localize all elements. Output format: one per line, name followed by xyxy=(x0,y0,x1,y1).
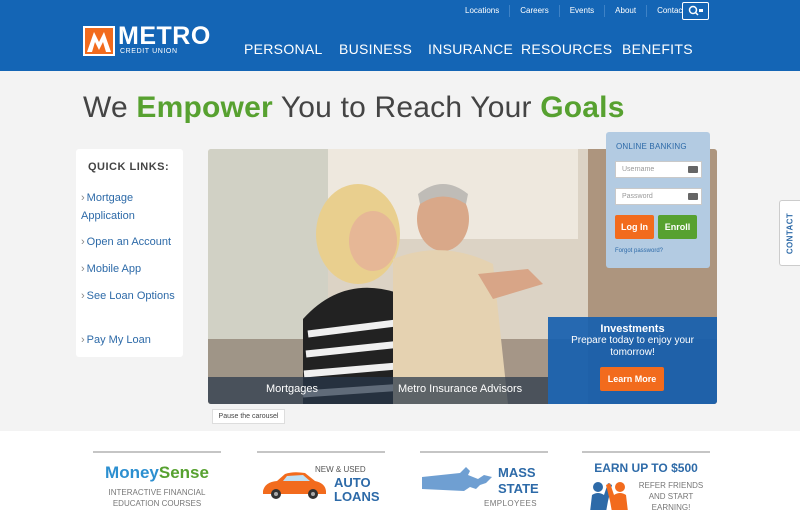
page-headline: We Empower You to Reach Your Goals xyxy=(83,91,625,125)
utility-nav: Locations Careers Events About Contact xyxy=(455,5,695,17)
promo-strip: MoneySense INTERACTIVE FINANCIAL EDUCATI… xyxy=(0,431,800,510)
password-manager-icon[interactable] xyxy=(688,166,698,173)
quick-link-label: Mortgage Application xyxy=(81,192,135,222)
nav-resources[interactable]: RESOURCES xyxy=(521,41,612,57)
carousel-feature-panel: Investments Prepare today to enjoy your … xyxy=(548,317,717,404)
nav-business[interactable]: BUSINESS xyxy=(339,41,412,57)
feature-title: Investments xyxy=(600,323,665,335)
headline-text-2: You to Reach Your xyxy=(272,91,541,124)
quick-links-panel: QUICK LINKS: › Mortgage Application › Open… xyxy=(76,149,183,357)
util-link-events[interactable]: Events xyxy=(558,5,604,17)
mass-state-subtitle: EMPLOYEES xyxy=(484,499,537,508)
auto-loans-heading: AUTO LOANS xyxy=(334,476,380,504)
mass-state-line2: STATE xyxy=(498,481,539,496)
massachusetts-map-icon xyxy=(422,467,492,491)
online-banking-panel: ONLINE BANKING Username Password Log In … xyxy=(606,132,710,268)
quick-link-label: Open an Account xyxy=(86,236,172,248)
feature-subtitle: Prepare today to enjoy your tomorrow! xyxy=(571,335,694,358)
headline-text-1: We xyxy=(83,91,137,124)
carousel-tab-insurance-advisors[interactable]: Metro Insurance Advisors xyxy=(398,383,522,395)
chevron-right-icon: › xyxy=(81,290,85,302)
quick-link-pay-loan[interactable]: › Pay My Loan xyxy=(81,331,181,349)
quick-link-mortgage-application[interactable]: › Mortgage Application xyxy=(81,189,181,225)
util-link-about[interactable]: About xyxy=(604,5,646,17)
quick-links-title: QUICK LINKS: xyxy=(88,161,170,173)
people-high-five-icon xyxy=(590,482,628,510)
mass-state-heading: MASS STATE xyxy=(498,465,539,497)
chevron-right-icon: › xyxy=(81,236,85,248)
search-button[interactable] xyxy=(682,2,709,20)
moneysense-title-b: Sense xyxy=(158,463,209,482)
auto-loans-eyebrow: NEW & USED xyxy=(315,465,366,474)
online-banking-title: ONLINE BANKING xyxy=(616,142,687,151)
chevron-right-icon: › xyxy=(81,263,85,275)
login-button[interactable]: Log In xyxy=(615,215,654,239)
contact-side-tab[interactable]: CONTACT xyxy=(779,200,800,266)
chevron-right-icon: › xyxy=(81,334,85,346)
quick-link-label: Mobile App xyxy=(86,263,142,275)
util-link-locations[interactable]: Locations xyxy=(455,5,509,17)
chevron-right-icon: › xyxy=(81,192,85,204)
quick-link-open-account[interactable]: › Open an Account xyxy=(81,233,181,251)
quick-link-label: Pay My Loan xyxy=(86,334,151,346)
nav-benefits[interactable]: BENEFITS xyxy=(622,41,693,57)
nav-insurance[interactable]: INSURANCE xyxy=(428,41,513,57)
enroll-button[interactable]: Enroll xyxy=(658,215,697,239)
quick-link-loan-options[interactable]: › See Loan Options xyxy=(81,287,181,305)
promo-auto-loans[interactable]: NEW & USED AUTO LOANS xyxy=(257,451,385,510)
username-input[interactable]: Username xyxy=(615,161,702,178)
util-link-careers[interactable]: Careers xyxy=(509,5,558,17)
password-input[interactable]: Password xyxy=(615,188,702,205)
auto-loans-line1: AUTO xyxy=(334,475,371,490)
moneysense-title-a: Money xyxy=(105,463,159,482)
carousel-tab-bar: Mortgages Metro Insurance Advisors xyxy=(208,377,548,404)
headline-emphasis-1: Empower xyxy=(136,91,273,124)
referral-title: EARN UP TO $500 xyxy=(594,461,698,475)
contact-tab-label: CONTACT xyxy=(785,212,795,255)
site-header: METRO CREDIT UNION Locations Careers Eve… xyxy=(0,0,800,71)
nav-personal[interactable]: PERSONAL xyxy=(244,41,323,57)
carousel-tab-mortgages[interactable]: Mortgages xyxy=(266,383,318,395)
auto-loans-line2: LOANS xyxy=(334,489,380,504)
headline-emphasis-2: Goals xyxy=(540,91,625,124)
forgot-password-link[interactable]: Forgot password? xyxy=(615,248,663,254)
mass-state-line1: MASS xyxy=(498,465,536,480)
quick-link-label: See Loan Options xyxy=(86,290,175,302)
promo-referral[interactable]: EARN UP TO $500 REFER FRIENDS AND START … xyxy=(582,451,710,510)
promo-moneysense[interactable]: MoneySense INTERACTIVE FINANCIAL EDUCATI… xyxy=(93,451,221,510)
username-placeholder: Username xyxy=(622,166,655,173)
pause-carousel-button[interactable]: Pause the carousel xyxy=(212,409,285,424)
password-placeholder: Password xyxy=(622,193,653,200)
password-manager-icon[interactable] xyxy=(688,193,698,200)
moneysense-title: MoneySense xyxy=(93,463,221,483)
referral-subtitle: REFER FRIENDS AND START EARNING! xyxy=(638,481,704,510)
promo-mass-state[interactable]: MASS STATE EMPLOYEES xyxy=(420,451,548,510)
search-icon xyxy=(688,5,703,16)
moneysense-subtitle: INTERACTIVE FINANCIAL EDUCATION COURSES xyxy=(108,488,206,508)
main-nav: PERSONAL BUSINESS INSURANCE RESOURCES BE… xyxy=(0,41,800,59)
learn-more-button[interactable]: Learn More xyxy=(600,367,664,391)
quick-link-mobile-app[interactable]: › Mobile App xyxy=(81,260,181,278)
